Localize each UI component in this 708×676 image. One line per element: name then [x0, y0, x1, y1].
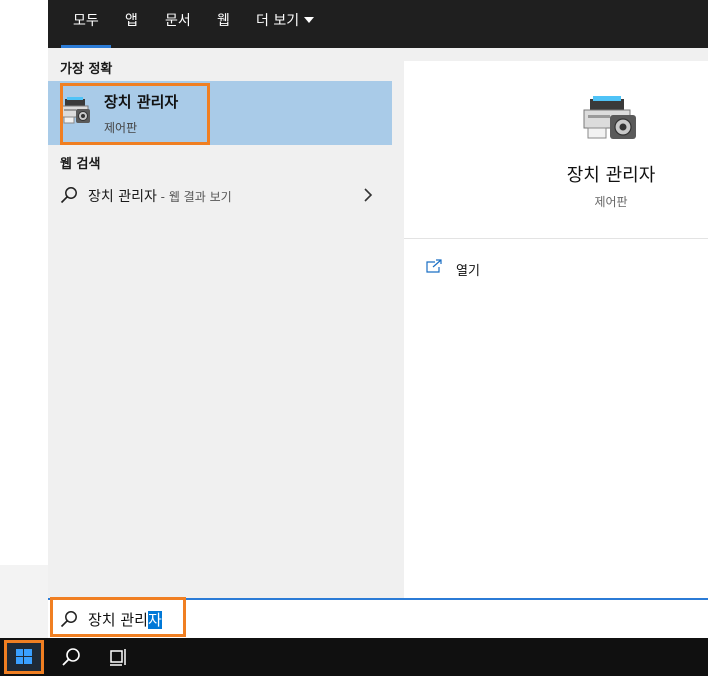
best-match-highlight-box	[60, 83, 210, 145]
tab-all-label: 모두	[73, 13, 99, 29]
detail-title: 장치 관리자	[566, 165, 656, 186]
device-manager-large-icon	[583, 96, 636, 139]
best-match-heading: 가장 정확	[60, 62, 113, 77]
open-action[interactable]: 열기	[426, 257, 626, 281]
taskbar	[0, 638, 708, 676]
detail-subtitle: 제어판	[594, 195, 628, 209]
web-search-suffix: - 웹 결과 보기	[156, 190, 232, 204]
web-search-query: 장치 관리자	[88, 189, 157, 205]
tab-apps[interactable]: 앱	[125, 0, 138, 48]
desktop-strip	[0, 565, 48, 638]
task-view-icon[interactable]	[108, 647, 130, 667]
web-search-heading: 웹 검색	[60, 157, 101, 172]
tab-all[interactable]: 모두	[61, 0, 111, 48]
tab-documents[interactable]: 문서	[165, 0, 191, 48]
result-detail-pane: 장치 관리자 제어판 열기	[404, 61, 708, 638]
start-search-panel: 모두 앱 문서 웹 더 보기 가장 정확 장치 관리자 제어판 웹 검색 장치 …	[48, 0, 708, 638]
search-icon	[60, 187, 77, 204]
open-icon	[426, 259, 442, 273]
web-search-text: 장치 관리자 - 웹 결과 보기	[88, 186, 232, 206]
start-button[interactable]	[4, 640, 44, 674]
tab-more[interactable]: 더 보기	[256, 0, 315, 48]
tab-apps-label: 앱	[125, 13, 138, 29]
windows-logo-icon	[16, 649, 32, 664]
caret-down-icon	[304, 17, 315, 23]
tab-web[interactable]: 웹	[217, 0, 230, 48]
open-action-label: 열기	[456, 264, 480, 279]
tab-documents-label: 문서	[165, 13, 191, 29]
search-box-highlight-box	[50, 597, 186, 637]
tab-web-label: 웹	[217, 13, 230, 29]
tab-more-label: 더 보기	[256, 13, 300, 29]
chevron-right-icon	[364, 188, 373, 202]
detail-divider	[404, 238, 708, 239]
web-search-result[interactable]: 장치 관리자 - 웹 결과 보기	[48, 178, 392, 212]
taskbar-search-icon[interactable]	[60, 646, 82, 668]
filter-tab-bar: 모두 앱 문서 웹 더 보기	[48, 0, 708, 48]
